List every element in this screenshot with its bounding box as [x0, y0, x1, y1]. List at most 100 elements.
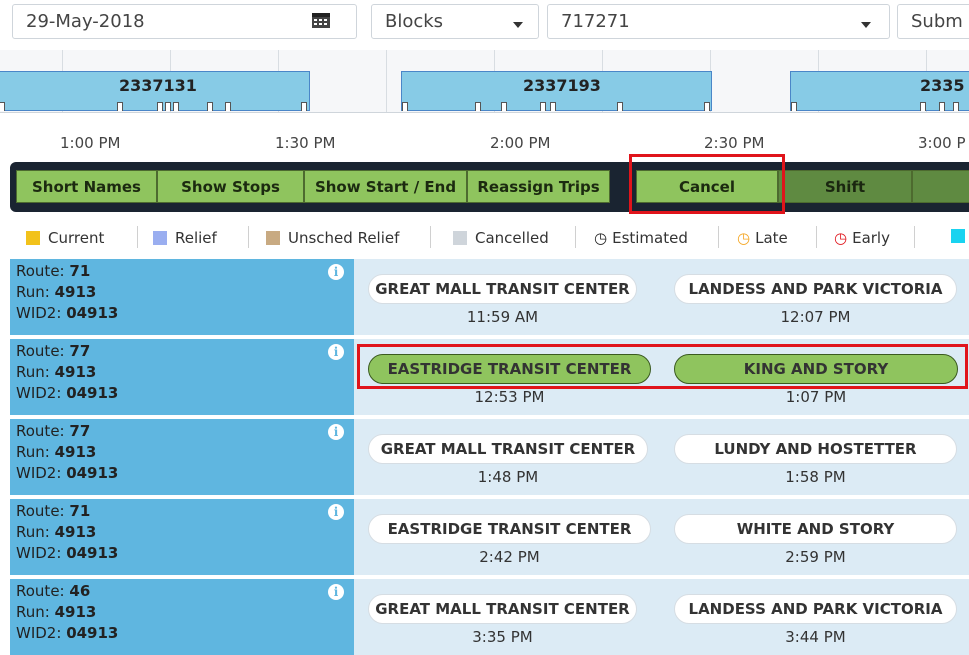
time-label: 3:00 P — [918, 134, 966, 152]
chevron-down-icon — [861, 22, 871, 28]
stop-marker — [953, 102, 959, 111]
swatch-relief — [153, 231, 167, 245]
date-input[interactable]: 29-May-2018 — [12, 4, 357, 39]
info-icon[interactable]: i — [328, 504, 344, 520]
time-label: 2:30 PM — [704, 134, 765, 152]
legend-label: Estimated — [612, 229, 688, 247]
block-timeline[interactable]: 2337131 2337193 2335 1:00 PM 1:30 PM 2:0… — [0, 44, 969, 162]
status-legend: Current Relief Unsched Relief Cancelled … — [0, 212, 969, 258]
end-time: 2:59 PM — [785, 548, 846, 566]
trip-row[interactable]: Route: 46 Run: 4913 WID2: 04913 i GREAT … — [10, 579, 969, 655]
trip-row[interactable]: Route: 71 Run: 4913 WID2: 04913 i EASTRI… — [10, 499, 969, 575]
start-stop-pill[interactable]: GREAT MALL TRANSIT CENTER — [368, 594, 637, 624]
shift-button[interactable]: Shift — [778, 170, 912, 203]
route-label: Route: — [16, 342, 65, 360]
legend-divider — [816, 226, 817, 248]
stop-marker — [117, 102, 123, 111]
route-value: 77 — [69, 422, 91, 440]
start-stop-pill[interactable]: EASTRIDGE TRANSIT CENTER — [368, 354, 651, 384]
trip-row-selected[interactable]: Route: 77 Run: 4913 WID2: 04913 i EASTRI… — [10, 339, 969, 415]
stop-name: EASTRIDGE TRANSIT CENTER — [387, 520, 632, 538]
start-stop-pill[interactable]: EASTRIDGE TRANSIT CENTER — [368, 514, 651, 544]
legend-label: Unsched Relief — [288, 229, 400, 247]
timeline-axis — [0, 112, 969, 113]
legend-estimated: ◷ Estimated — [594, 229, 688, 247]
reassign-trips-label: Reassign Trips — [477, 177, 600, 196]
short-names-button[interactable]: Short Names — [16, 170, 157, 203]
legend-late: ◷ Late — [737, 229, 788, 247]
submit-button[interactable]: Subm — [897, 4, 969, 39]
clock-icon: ◷ — [737, 229, 751, 247]
end-stop-pill[interactable]: LUNDY AND HOSTETTER — [674, 434, 957, 464]
more-button[interactable] — [912, 170, 969, 203]
wid2-label: WID2: — [16, 624, 62, 642]
start-time: 12:53 PM — [474, 388, 545, 406]
info-icon[interactable]: i — [328, 264, 344, 280]
trip-row[interactable]: Route: 77 Run: 4913 WID2: 04913 i GREAT … — [10, 419, 969, 495]
show-start-end-button[interactable]: Show Start / End — [304, 170, 467, 203]
clock-icon: ◷ — [834, 229, 848, 247]
stop-name: WHITE AND STORY — [736, 520, 895, 538]
end-stop-pill[interactable]: LANDESS AND PARK VICTORIA — [674, 594, 957, 624]
run-label: Run: — [16, 443, 50, 461]
stop-marker — [225, 102, 231, 111]
calendar-icon[interactable] — [311, 11, 331, 29]
stop-marker — [165, 102, 171, 111]
timeline-block[interactable]: 2337131 — [0, 71, 310, 111]
stop-marker — [939, 102, 945, 111]
clock-icon: ◷ — [594, 229, 608, 247]
trip-row[interactable]: Route: 71 Run: 4913 WID2: 04913 i GREAT … — [10, 259, 969, 335]
block-label: 2337193 — [523, 76, 601, 95]
type-select[interactable]: Blocks — [371, 4, 539, 39]
info-icon[interactable]: i — [328, 584, 344, 600]
wid2-value: 04913 — [66, 624, 119, 642]
stop-name: GREAT MALL TRANSIT CENTER — [375, 600, 630, 618]
end-time: 1:07 PM — [785, 388, 847, 406]
wid2-label: WID2: — [16, 464, 62, 482]
reassign-trips-button[interactable]: Reassign Trips — [467, 170, 610, 203]
stop-name: LUNDY AND HOSTETTER — [714, 440, 917, 458]
show-start-end-label: Show Start / End — [314, 177, 457, 196]
action-toolbar: Short Names Show Stops Show Start / End … — [10, 162, 969, 212]
route-value: 71 — [69, 262, 91, 280]
timeline-block[interactable]: 2337193 — [401, 71, 712, 111]
trip-info: Route: 77 Run: 4913 WID2: 04913 i — [10, 339, 354, 415]
trip-stops: EASTRIDGE TRANSIT CENTER 12:53 PM KING A… — [354, 339, 969, 415]
stop-marker — [157, 102, 163, 111]
end-stop-pill[interactable]: KING AND STORY — [674, 354, 958, 384]
swatch-unsched-relief — [266, 231, 280, 245]
route-label: Route: — [16, 422, 65, 440]
stop-marker — [301, 102, 307, 111]
run-value: 4913 — [54, 363, 97, 381]
start-stop-pill[interactable]: GREAT MALL TRANSIT CENTER — [368, 434, 648, 464]
swatch-current — [26, 231, 40, 245]
stop-marker — [402, 102, 408, 111]
start-time: 1:48 PM — [477, 468, 539, 486]
timeline-block[interactable]: 2335 — [790, 71, 969, 111]
wid2-label: WID2: — [16, 544, 62, 562]
stop-name: LANDESS AND PARK VICTORIA — [688, 600, 943, 618]
route-label: Route: — [16, 582, 65, 600]
end-stop-pill[interactable]: WHITE AND STORY — [674, 514, 957, 544]
block-select[interactable]: 717271 — [547, 4, 890, 39]
stop-marker — [207, 102, 213, 111]
route-value: 77 — [69, 342, 91, 360]
info-icon[interactable]: i — [328, 424, 344, 440]
start-stop-pill[interactable]: GREAT MALL TRANSIT CENTER — [368, 274, 637, 304]
show-stops-label: Show Stops — [181, 177, 280, 196]
time-label: 1:00 PM — [60, 134, 121, 152]
time-label: 2:00 PM — [490, 134, 551, 152]
legend-divider — [718, 226, 719, 248]
stop-name: GREAT MALL TRANSIT CENTER — [375, 280, 630, 298]
swatch-cancelled — [453, 231, 467, 245]
legend-relief: Relief — [153, 229, 217, 247]
stop-name: KING AND STORY — [743, 360, 889, 378]
info-icon[interactable]: i — [328, 344, 344, 360]
show-stops-button[interactable]: Show Stops — [157, 170, 304, 203]
shift-label: Shift — [824, 177, 866, 196]
stop-marker — [540, 102, 546, 111]
end-stop-pill[interactable]: LANDESS AND PARK VICTORIA — [674, 274, 957, 304]
trip-info: Route: 71 Run: 4913 WID2: 04913 i — [10, 499, 354, 575]
trip-stops: GREAT MALL TRANSIT CENTER 1:48 PM LUNDY … — [354, 419, 969, 495]
cancel-button[interactable]: Cancel — [636, 170, 778, 203]
